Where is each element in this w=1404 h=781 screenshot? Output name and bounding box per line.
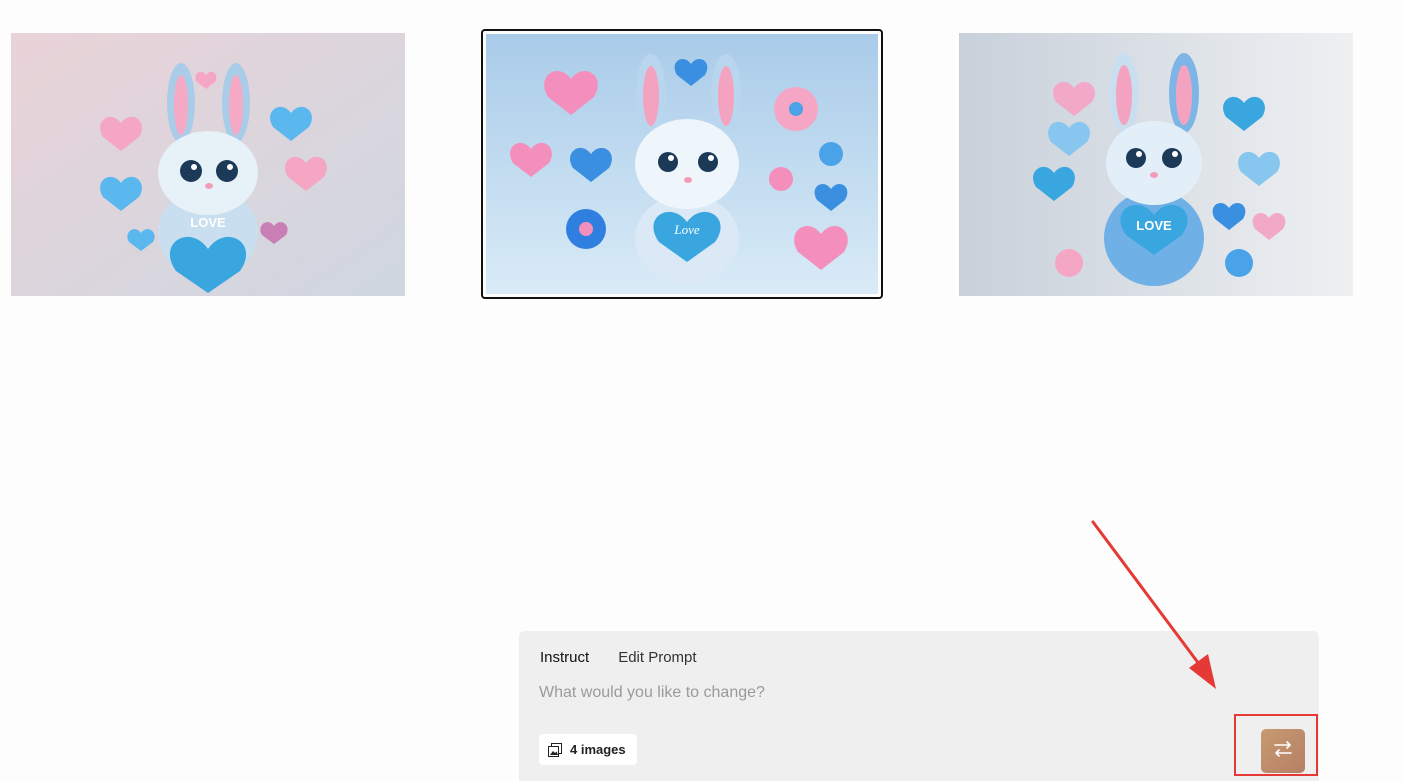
annotation-highlight-box: [1234, 714, 1318, 776]
heart-label: Love: [673, 222, 700, 237]
heart-label: LOVE: [190, 215, 226, 230]
tab-instruct[interactable]: Instruct: [540, 649, 589, 666]
tab-edit-prompt[interactable]: Edit Prompt: [618, 649, 696, 666]
mode-tabs: Instruct Edit Prompt: [540, 649, 697, 666]
heart-label: LOVE: [1136, 218, 1172, 233]
prompt-panel: Instruct Edit Prompt 4 images: [519, 631, 1319, 781]
result-image-3[interactable]: LOVE: [959, 33, 1353, 296]
bunny-illustration: Love: [486, 34, 878, 294]
bunny-illustration: LOVE: [959, 33, 1353, 296]
images-stack-icon: [548, 742, 562, 757]
result-image-2-selected[interactable]: Love: [481, 29, 883, 299]
bunny-illustration: LOVE: [11, 33, 405, 296]
images-count-button[interactable]: 4 images: [539, 734, 637, 765]
instruction-input[interactable]: [539, 681, 1139, 705]
result-image-1[interactable]: LOVE: [11, 33, 405, 296]
images-count-label: 4 images: [570, 742, 626, 757]
